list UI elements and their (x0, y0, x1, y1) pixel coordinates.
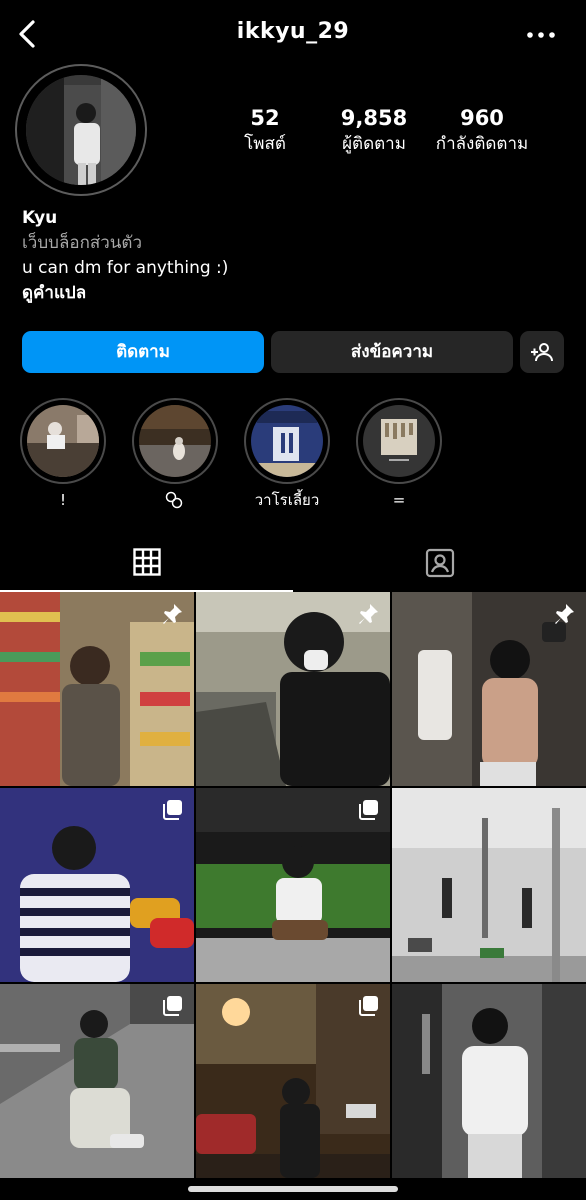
profile-tabs (0, 540, 586, 592)
tagged-person-icon (425, 548, 455, 578)
highlight-label (131, 490, 219, 510)
highlight-cover (139, 405, 211, 477)
highlight-cover (27, 405, 99, 477)
pin-icon (163, 604, 182, 624)
highlight-ring (244, 398, 330, 484)
highlight-2[interactable] (131, 398, 219, 510)
multiple-photos-icon (163, 800, 182, 820)
tab-tagged[interactable] (293, 540, 586, 592)
highlight-ring (356, 398, 442, 484)
stat-followers-label: ผู้ติดตาม (342, 134, 406, 154)
post-thumbnail[interactable] (392, 592, 586, 786)
see-translation-link[interactable]: ดูคำแปล (22, 281, 228, 306)
avatar-ring[interactable] (15, 64, 147, 196)
highlight-label: = (392, 491, 406, 509)
highlight-ring (20, 398, 106, 484)
multiple-photos-icon (163, 996, 182, 1016)
post-thumbnail[interactable] (0, 788, 194, 982)
multiple-photos-icon (359, 996, 378, 1016)
stat-posts[interactable]: 52 โพสต์ (236, 106, 294, 156)
bio-text: u can dm for anything :) (22, 258, 229, 278)
multiple-photos-icon (359, 800, 378, 820)
highlight-1[interactable]: ! (19, 398, 107, 510)
stat-following-value: 960 (460, 106, 504, 130)
pin-icon (555, 604, 574, 624)
tab-posts-grid[interactable] (0, 540, 293, 592)
highlight-cover (363, 405, 435, 477)
add-person-icon (531, 343, 553, 362)
post-thumbnail[interactable] (392, 984, 586, 1178)
display-name: Kyu (22, 208, 58, 228)
post-thumbnail[interactable] (196, 984, 390, 1178)
avatar[interactable] (26, 75, 136, 185)
ellipsis-icon[interactable] (526, 20, 556, 50)
message-button[interactable]: ส่งข้อความ (271, 331, 513, 373)
home-indicator (188, 1186, 398, 1192)
highlight-cover (251, 405, 323, 477)
stat-posts-label: โพสต์ (244, 134, 286, 154)
post-thumbnail[interactable] (0, 592, 194, 786)
highlight-label: วาโรเลี้ยว (254, 491, 320, 509)
post-thumbnail[interactable] (0, 984, 194, 1178)
profile-category: เว็บบล็อกส่วนตัว (22, 233, 142, 253)
stat-following-label: กำลังติดตาม (435, 134, 529, 154)
grid-icon (133, 548, 161, 576)
highlight-4[interactable]: = (355, 398, 443, 510)
post-thumbnail[interactable] (196, 788, 390, 982)
highlight-3[interactable]: วาโรเลี้ยว (243, 398, 331, 510)
suggest-people-button[interactable] (520, 331, 564, 373)
post-thumbnail[interactable] (196, 592, 390, 786)
bio: Kyu เว็บบล็อกส่วนตัว u can dm for anythi… (22, 206, 228, 306)
profile-username: ikkyu_29 (236, 19, 350, 44)
top-bar: ikkyu_29 (0, 0, 586, 68)
stat-following[interactable]: 960 กำลังติดตาม (428, 106, 536, 156)
stat-posts-value: 52 (250, 106, 280, 130)
post-thumbnail[interactable] (392, 788, 586, 982)
stat-followers[interactable]: 9,858 ผู้ติดตาม (330, 106, 418, 156)
follow-button[interactable]: ติดตาม (22, 331, 264, 373)
highlight-label: ! (59, 491, 66, 509)
posts-grid (0, 592, 586, 1200)
circles-icon (165, 491, 183, 509)
pin-icon (359, 604, 378, 624)
stat-followers-value: 9,858 (340, 106, 408, 130)
highlight-ring (132, 398, 218, 484)
